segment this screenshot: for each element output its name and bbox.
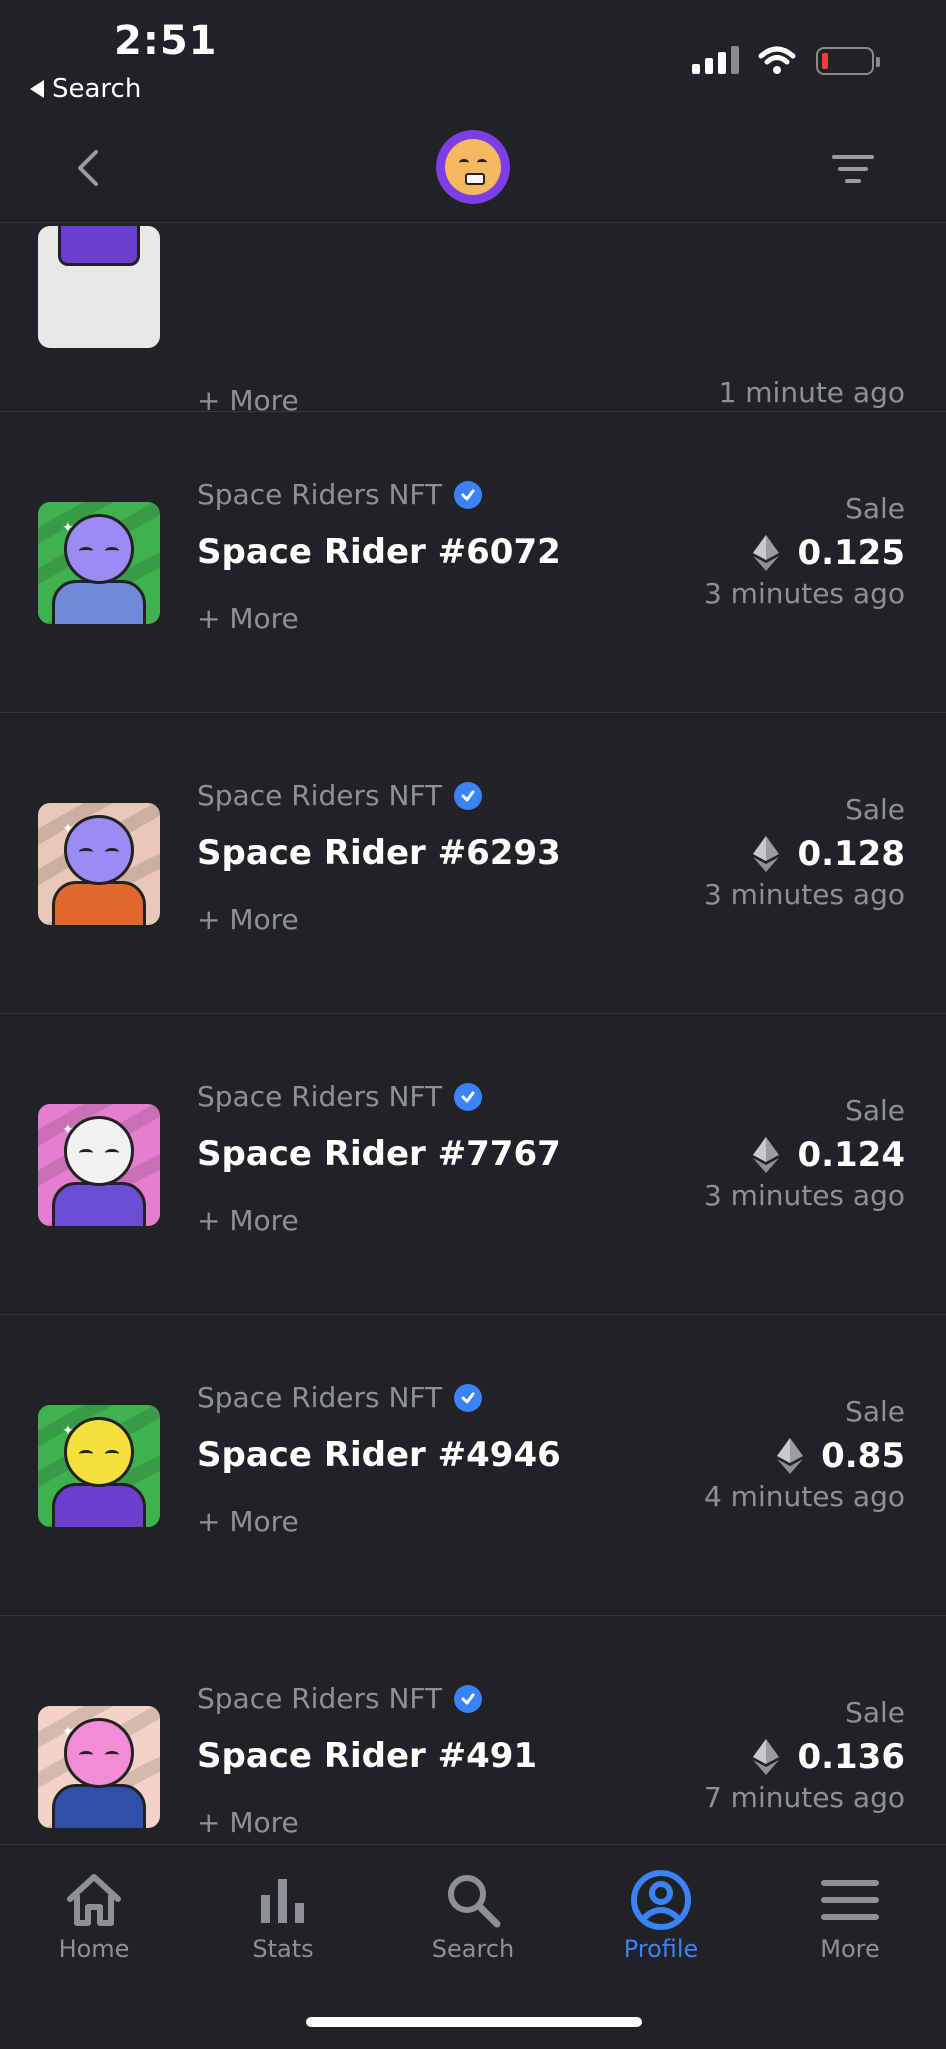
list-item[interactable]: ✦ Space Riders NFT Space Rider #4946 + M…: [0, 1315, 946, 1616]
list-item[interactable]: ✦ Space Riders NFT Space Rider #491 + Mo…: [0, 1616, 946, 1844]
status-time: 2:51: [114, 18, 218, 64]
collection-name[interactable]: Space Riders NFT: [197, 478, 483, 511]
tab-profile[interactable]: Profile: [591, 1865, 731, 1963]
nft-name[interactable]: Space Rider #4946: [197, 1435, 561, 1475]
nft-thumbnail: ✦: [38, 502, 160, 624]
price: 0.125: [704, 533, 905, 573]
nft-thumbnail: ✦: [38, 1104, 160, 1226]
list-item[interactable]: + More 1 minute ago: [0, 222, 946, 417]
verified-badge-icon: [454, 1082, 483, 1111]
nft-thumbnail: ✦: [38, 1405, 160, 1527]
nft-name[interactable]: Space Rider #6293: [197, 833, 561, 873]
tab-search[interactable]: Search: [403, 1865, 543, 1963]
more-link[interactable]: + More: [197, 903, 299, 936]
menu-icon: [821, 1880, 879, 1920]
price: 0.136: [704, 1737, 905, 1777]
collection-name[interactable]: Space Riders NFT: [197, 1080, 483, 1113]
wifi-icon: [758, 46, 796, 74]
back-to-app-link[interactable]: Search: [30, 74, 141, 104]
time-ago: 3 minutes ago: [703, 577, 905, 610]
price: 0.85: [704, 1436, 905, 1476]
price-value: 0.128: [797, 834, 905, 874]
more-link[interactable]: + More: [197, 602, 299, 635]
price-value: 0.136: [797, 1737, 905, 1777]
list-item[interactable]: ✦ Space Riders NFT Space Rider #7767 + M…: [0, 1014, 946, 1315]
verified-badge-icon: [454, 781, 483, 810]
verified-badge-icon: [454, 1684, 483, 1713]
cellular-signal-icon: [692, 46, 739, 74]
back-triangle-icon: [30, 80, 44, 98]
back-to-app-label: Search: [52, 74, 142, 104]
collection-name[interactable]: Space Riders NFT: [197, 1682, 483, 1715]
nft-thumbnail: ✦: [38, 803, 160, 925]
ethereum-icon: [777, 1438, 804, 1474]
more-link[interactable]: + More: [197, 1505, 299, 1538]
home-indicator: [306, 2017, 642, 2027]
search-icon: [448, 1875, 501, 1928]
collection-name[interactable]: Space Riders NFT: [197, 1381, 483, 1414]
nft-name[interactable]: Space Rider #6072: [197, 532, 561, 572]
ethereum-icon: [753, 836, 780, 872]
tab-bar: Home Stats Search Profile More: [0, 1844, 946, 2049]
time-ago: 1 minute ago: [718, 376, 905, 409]
event-type: Sale: [845, 1696, 905, 1729]
profile-icon: [631, 1870, 691, 1930]
verified-badge-icon: [454, 480, 483, 509]
collection-avatar-icon[interactable]: [436, 130, 510, 204]
nft-name[interactable]: Space Rider #7767: [197, 1134, 561, 1174]
collection-label: Space Riders NFT: [197, 779, 443, 812]
price-value: 0.85: [821, 1436, 905, 1476]
time-ago: 3 minutes ago: [703, 1179, 905, 1212]
tab-home[interactable]: Home: [24, 1865, 164, 1963]
time-ago: 3 minutes ago: [703, 878, 905, 911]
ethereum-icon: [753, 535, 780, 571]
event-type: Sale: [845, 1395, 905, 1428]
nft-thumbnail: ✦: [38, 1706, 160, 1828]
price-value: 0.124: [797, 1135, 905, 1175]
price: 0.128: [704, 834, 905, 874]
battery-icon: [816, 47, 880, 75]
tab-stats[interactable]: Stats: [213, 1865, 353, 1963]
tab-more[interactable]: More: [780, 1865, 920, 1963]
tab-label: Search: [431, 1935, 515, 1963]
more-link[interactable]: + More: [197, 1204, 299, 1237]
tab-label: Profile: [623, 1935, 699, 1963]
navigation-bar: [0, 110, 946, 223]
collection-label: Space Riders NFT: [197, 1381, 443, 1414]
chevron-left-icon[interactable]: [70, 146, 110, 190]
event-type: Sale: [845, 1094, 905, 1127]
event-type: Sale: [845, 492, 905, 525]
list-item[interactable]: ✦ Space Riders NFT Space Rider #6293 + M…: [0, 713, 946, 1014]
collection-name[interactable]: Space Riders NFT: [197, 779, 483, 812]
tab-label: Stats: [252, 1935, 314, 1963]
nft-name[interactable]: Space Rider #491: [197, 1736, 537, 1776]
tab-label: More: [820, 1935, 880, 1963]
tab-label: Home: [58, 1935, 130, 1963]
list-item[interactable]: ✦ Space Riders NFT Space Rider #6072 + M…: [0, 412, 946, 713]
price-value: 0.125: [797, 533, 905, 573]
collection-label: Space Riders NFT: [197, 1682, 443, 1715]
home-icon: [67, 1874, 121, 1926]
more-link[interactable]: + More: [197, 1806, 299, 1839]
ethereum-icon: [753, 1739, 780, 1775]
activity-list: + More 1 minute ago ✦ Space Riders NFT S…: [0, 222, 946, 1844]
time-ago: 7 minutes ago: [703, 1781, 905, 1814]
verified-badge-icon: [454, 1383, 483, 1412]
status-bar: 2:51 Search: [0, 0, 946, 110]
time-ago: 4 minutes ago: [703, 1480, 905, 1513]
stats-icon: [261, 1879, 304, 1923]
nft-thumbnail: [38, 226, 160, 348]
ethereum-icon: [753, 1137, 780, 1173]
collection-label: Space Riders NFT: [197, 1080, 443, 1113]
collection-label: Space Riders NFT: [197, 478, 443, 511]
price: 0.124: [704, 1135, 905, 1175]
filter-icon[interactable]: [830, 152, 876, 186]
event-type: Sale: [845, 793, 905, 826]
